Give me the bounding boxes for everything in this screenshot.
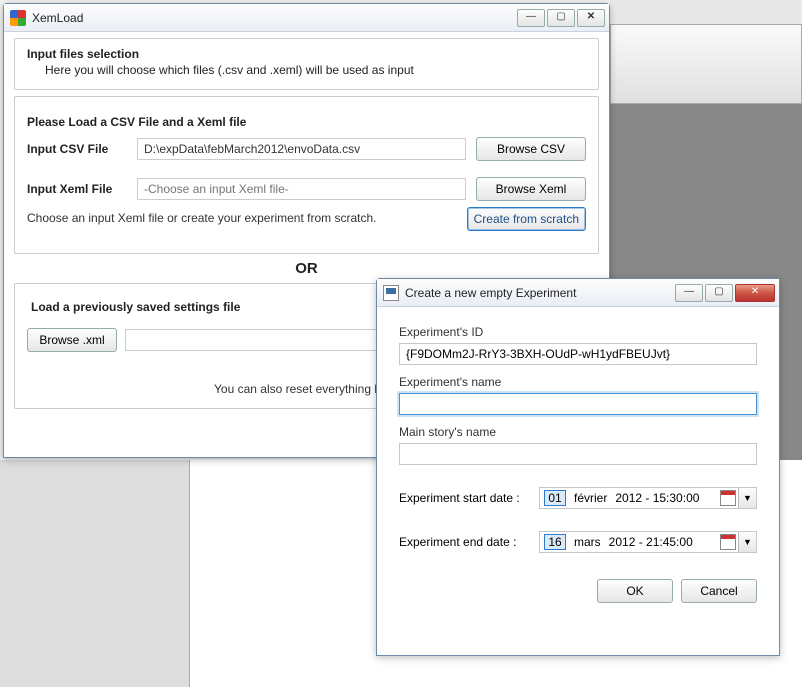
start-date-label: Experiment start date : [399,491,539,505]
intro-title: Input files selection [27,47,586,61]
start-day[interactable]: 01 [544,490,566,506]
create-from-scratch-button[interactable]: Create from scratch [467,207,586,231]
end-day[interactable]: 16 [544,534,566,550]
end-date-label: Experiment end date : [399,535,539,549]
load-section-head: Please Load a CSV File and a Xeml file [27,115,586,129]
story-name-input[interactable] [399,443,757,465]
browse-csv-button[interactable]: Browse CSV [476,137,586,161]
modal-title: Create a new empty Experiment [405,286,675,300]
end-month: mars [574,535,601,549]
modal-maximize-button[interactable]: ▢ [705,284,733,302]
xeml-label: Input Xeml File [27,182,137,196]
chevron-down-icon[interactable]: ▼ [738,488,756,508]
cancel-button[interactable]: Cancel [681,579,757,603]
modal-minimize-button[interactable]: — [675,284,703,302]
window-title: XemLoad [32,11,517,25]
minimize-button[interactable]: — [517,9,545,27]
maximize-button[interactable]: ▢ [547,9,575,27]
xeml-input[interactable] [137,178,466,200]
csv-input[interactable] [137,138,466,160]
end-date-picker[interactable]: 16 mars 2012 - 21:45:00 ▼ [539,531,757,553]
close-button[interactable]: ✕ [577,9,605,27]
calendar-icon[interactable] [720,534,736,550]
chevron-down-icon[interactable]: ▼ [738,532,756,552]
xeml-hint: Choose an input Xeml file or create your… [27,211,457,225]
ok-button[interactable]: OK [597,579,673,603]
titlebar[interactable]: XemLoad — ▢ ✕ [4,4,609,32]
app-icon [10,10,26,26]
browse-xeml-button[interactable]: Browse Xeml [476,177,586,201]
csv-label: Input CSV File [27,142,137,156]
form-icon [383,285,399,301]
start-date-picker[interactable]: 01 février 2012 - 15:30:00 ▼ [539,487,757,509]
intro-group: Input files selection Here you will choo… [14,38,599,90]
experiment-name-input[interactable] [399,393,757,415]
browse-xml-button[interactable]: Browse .xml [27,328,117,352]
calendar-icon[interactable] [720,490,736,506]
intro-subtitle: Here you will choose which files (.csv a… [45,63,586,77]
create-experiment-dialog: Create a new empty Experiment — ▢ ✕ Expe… [376,278,780,656]
end-rest: 2012 - 21:45:00 [609,535,693,549]
load-group: Please Load a CSV File and a Xeml file I… [14,96,599,254]
modal-titlebar[interactable]: Create a new empty Experiment — ▢ ✕ [377,279,779,307]
experiment-id-label: Experiment's ID [399,325,757,339]
story-name-label: Main story's name [399,425,757,439]
or-divider: OR [14,260,599,277]
experiment-name-label: Experiment's name [399,375,757,389]
experiment-id-input[interactable] [399,343,757,365]
modal-close-button[interactable]: ✕ [735,284,775,302]
start-month: février [574,491,607,505]
start-rest: 2012 - 15:30:00 [615,491,699,505]
